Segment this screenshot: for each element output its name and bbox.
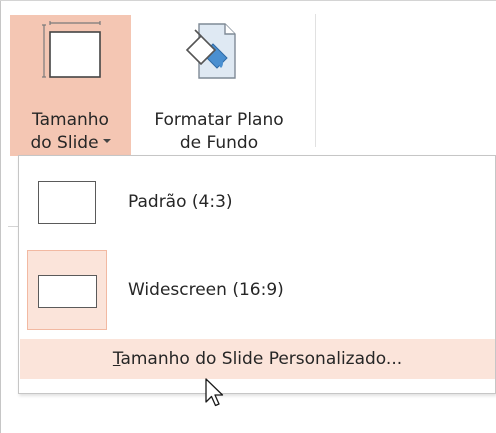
menu-item-widescreen[interactable]: Widescreen (16:9) [19,250,495,336]
format-background-label-line2: de Fundo [179,133,259,153]
slide-size-dropdown-menu: Padrão (4:3) Widescreen (16:9) Tamanho d… [18,155,496,394]
slide-size-button[interactable]: Tamanho do Slide [10,15,131,156]
mouse-pointer-icon [205,378,224,407]
standard-slide-thumbnail-icon [38,181,96,224]
menu-item-standard[interactable]: Padrão (4:3) [19,162,495,248]
menu-item-custom-slide-size[interactable]: Tamanho do Slide Personalizado... [20,339,495,379]
standard-thumbnail-frame [27,162,107,242]
widescreen-slide-thumbnail-icon [38,275,97,308]
menu-item-widescreen-label: Widescreen (16:9) [128,280,284,300]
format-background-icon [185,23,236,79]
chevron-down-icon [102,139,111,143]
menu-item-standard-label: Padrão (4:3) [128,192,233,212]
widescreen-thumbnail-frame [27,250,107,330]
slide-size-label: Tamanho [32,110,109,130]
custom-slide-size-label: amanho do Slide Personalizado... [120,349,403,369]
slide-size-icon [42,21,101,78]
group-separator [315,14,316,147]
format-background-button[interactable]: Formatar Plano de Fundo [133,15,305,156]
format-background-label: Formatar Plano [154,110,284,130]
slide-size-label-line2: do Slide [10,132,131,154]
